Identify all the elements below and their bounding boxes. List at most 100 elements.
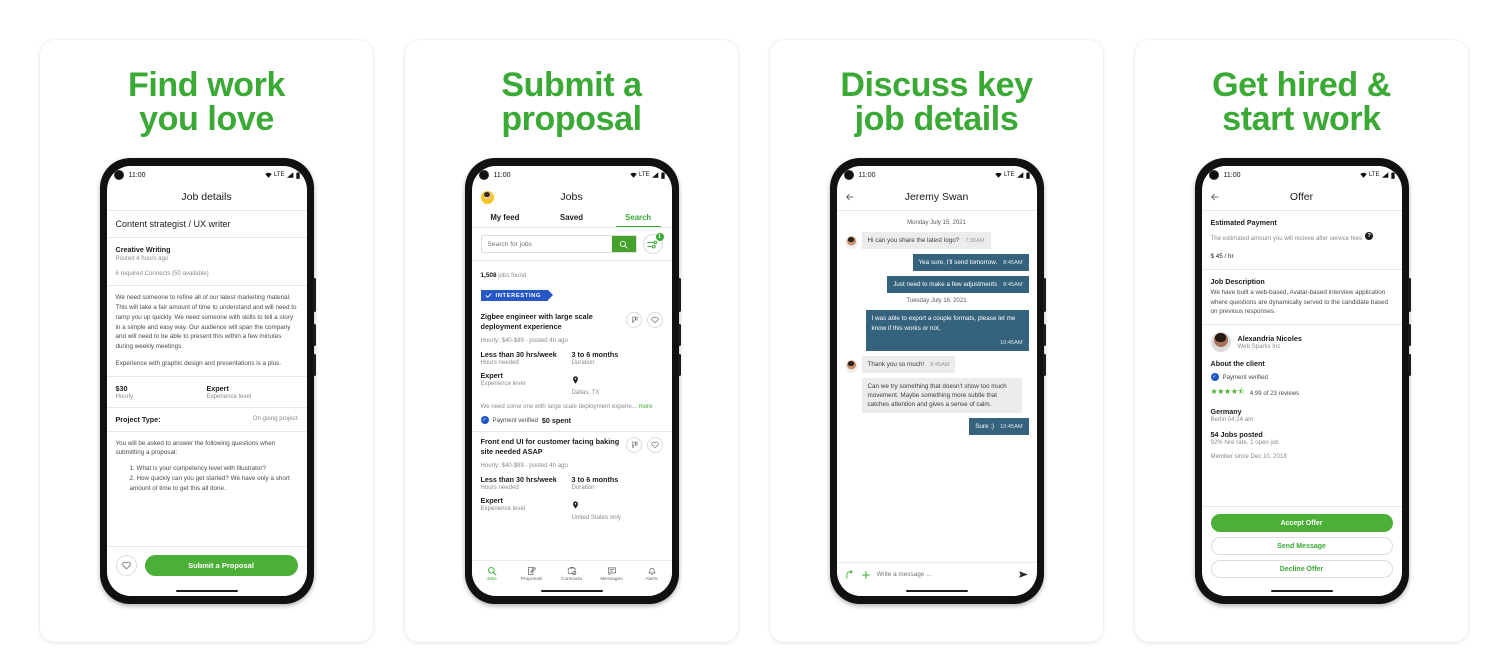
accept-offer-button[interactable]: Accept Offer xyxy=(1210,514,1393,532)
bell-icon xyxy=(647,567,656,575)
payment-sub: The estimated amount you will recieve af… xyxy=(1210,235,1363,242)
tab-saved[interactable]: Saved xyxy=(538,210,605,227)
decline-offer-button[interactable]: Decline Offer xyxy=(1210,560,1393,578)
offer-actions: Accept Offer Send Message Decline Offer xyxy=(1202,507,1402,586)
results-suffix: jobs found xyxy=(496,272,527,279)
back-button[interactable] xyxy=(845,192,855,202)
back-button[interactable] xyxy=(1210,192,1220,202)
plus-icon xyxy=(861,570,870,579)
search-field[interactable] xyxy=(480,235,637,253)
message-time: 10:45AM xyxy=(1000,339,1023,346)
filter-button[interactable]: 1 xyxy=(642,233,664,254)
status-time: 11:00 xyxy=(128,171,146,179)
save-job-button[interactable] xyxy=(646,436,663,453)
message-bubble[interactable]: Can we try something that doesn't show t… xyxy=(861,377,1022,414)
message-row: Thank you so much! 8:45AM xyxy=(844,355,1029,373)
list-item[interactable]: Zigbee engineer with large scale deploym… xyxy=(472,307,672,431)
job-level-value: Expert xyxy=(206,383,229,393)
verified-check-icon: ✓ xyxy=(480,416,489,425)
message-bubble[interactable]: Yea sure, I'll send tomorrow. 8:45AM xyxy=(912,254,1029,272)
signal-icon xyxy=(1381,172,1388,178)
search-button[interactable] xyxy=(611,236,636,252)
nav-label: Alerts xyxy=(645,576,658,582)
chat-thread[interactable]: Monday July 15, 2021 Hi can you share th… xyxy=(837,211,1037,562)
job-header: Front end UI for customer facing baking … xyxy=(480,436,663,457)
message-text: I was able to export a couple formats, p… xyxy=(871,315,1016,332)
dislike-button[interactable] xyxy=(625,312,642,328)
message-bubble[interactable]: Sure :) 10:45AM xyxy=(969,418,1029,436)
job-rate: Hourly: $40-$89 - posted 4h ago xyxy=(480,336,568,344)
nav-label: Messages xyxy=(600,576,623,582)
promo-title: Find work you love xyxy=(128,66,285,138)
message-input[interactable] xyxy=(876,571,1012,578)
message-time: 10:45AM xyxy=(1000,424,1023,431)
tab-search[interactable]: Search xyxy=(605,210,672,227)
contract-icon xyxy=(567,566,576,575)
phone-screen: 11:00 LTE Job details Content strategist… xyxy=(106,166,307,596)
ribbon-label: INTERESTING xyxy=(495,292,542,299)
help-icon[interactable]: ? xyxy=(1365,231,1374,240)
dislike-button[interactable] xyxy=(625,436,642,453)
filter-sliders-icon xyxy=(647,240,658,248)
desc-body: We have built a web-based, Avatar-based … xyxy=(1210,288,1388,316)
job-description-section: Job Description We have built a web-base… xyxy=(1202,270,1402,324)
nav-item-alerts[interactable]: Alerts xyxy=(632,566,672,582)
app-bar: Offer xyxy=(1202,184,1402,210)
page-title: Jeremy Swan xyxy=(904,191,969,203)
app-bar: Jeremy Swan xyxy=(837,184,1037,210)
project-type-row: Project Type: On going project xyxy=(107,408,307,431)
nav-item-messages[interactable]: Messages xyxy=(592,566,632,582)
client-company: Web Sparks Inc xyxy=(1237,343,1281,350)
level-label: Experience level xyxy=(480,379,526,387)
home-indicator xyxy=(836,586,1037,596)
job-title-row: Content strategist / UX writer xyxy=(107,211,307,237)
location-pin-icon xyxy=(572,501,578,509)
nav-item-proposals[interactable]: Proposals xyxy=(512,566,552,582)
save-job-button[interactable] xyxy=(115,555,137,576)
country-label: Germany xyxy=(1210,407,1242,416)
promo-card-discuss-details: Discuss key job details 11:00 LTE Jeremy… xyxy=(770,40,1103,642)
project-type-value: On going project xyxy=(252,414,298,422)
phone-mockup-chat: 11:00 LTE Jeremy Swan Monday July 15, 20… xyxy=(829,158,1046,604)
avatar xyxy=(1210,332,1231,352)
estimated-payment-section: Estimated Payment The estimated amount y… xyxy=(1202,211,1402,269)
job-title: Front end UI for customer facing baking … xyxy=(480,436,620,456)
message-bubble[interactable]: Just need to make a few adjustments 8:45… xyxy=(887,276,1029,294)
job-title: Zigbee engineer with large scale deploym… xyxy=(480,312,593,331)
search-row: 1 xyxy=(472,228,672,260)
tab-my-feed[interactable]: My feed xyxy=(472,210,539,227)
more-link[interactable]: more xyxy=(639,403,653,410)
message-bubble[interactable]: Hi can you share the latest logo? 7:30AM xyxy=(861,232,991,250)
results-count-row: 1,508 jobs found xyxy=(472,261,672,286)
phone-mockup-offer: 11:00 LTE Offer Estimated Payment The es… xyxy=(1194,158,1411,604)
client-name: Alexandria Nicoles xyxy=(1237,334,1302,343)
nav-item-contracts[interactable]: Contracts xyxy=(552,566,592,582)
signal-icon xyxy=(1016,172,1023,178)
avatar xyxy=(844,236,858,250)
level-value: Expert xyxy=(480,495,503,505)
save-job-button[interactable] xyxy=(646,312,663,328)
message-row: Just need to make a few adjustments 8:45… xyxy=(845,276,1029,294)
message-bubble[interactable]: I was able to export a couple formats, p… xyxy=(865,310,1029,351)
payment-heading: Estimated Payment xyxy=(1210,218,1277,227)
submit-proposal-button[interactable]: Submit a Proposal xyxy=(144,555,298,576)
job-rate-label: Hourly xyxy=(115,392,134,400)
nav-item-jobs[interactable]: Jobs xyxy=(472,566,512,582)
list-item[interactable]: Front end UI for customer facing baking … xyxy=(472,432,672,527)
jobs-list-scroll[interactable]: 1,508 jobs found INTERESTING Zigbee engi… xyxy=(471,261,672,560)
send-message-button[interactable]: Send Message xyxy=(1210,537,1393,555)
message-bubble[interactable]: Thank you so much! 8:45AM xyxy=(861,355,956,373)
location-value: United States only xyxy=(571,513,621,521)
network-label: LTE xyxy=(638,172,650,178)
offer-scroll[interactable]: Estimated Payment The estimated amount y… xyxy=(1201,211,1402,506)
message-composer xyxy=(836,562,1037,586)
status-indicators: LTE xyxy=(265,171,300,179)
job-actions: Submit a Proposal xyxy=(107,547,307,586)
search-input[interactable] xyxy=(481,240,612,248)
send-icon xyxy=(1018,571,1028,578)
job-details-scroll[interactable]: Content strategist / UX writer Creative … xyxy=(106,211,307,546)
member-since-label: Member since Dec 10, 2018 xyxy=(1210,453,1287,460)
questions-intro: You will be asked to answer the followin… xyxy=(115,439,276,457)
client-section: Alexandria Nicoles Web Sparks Inc About … xyxy=(1202,325,1402,467)
reply-arrow-icon xyxy=(845,569,853,579)
